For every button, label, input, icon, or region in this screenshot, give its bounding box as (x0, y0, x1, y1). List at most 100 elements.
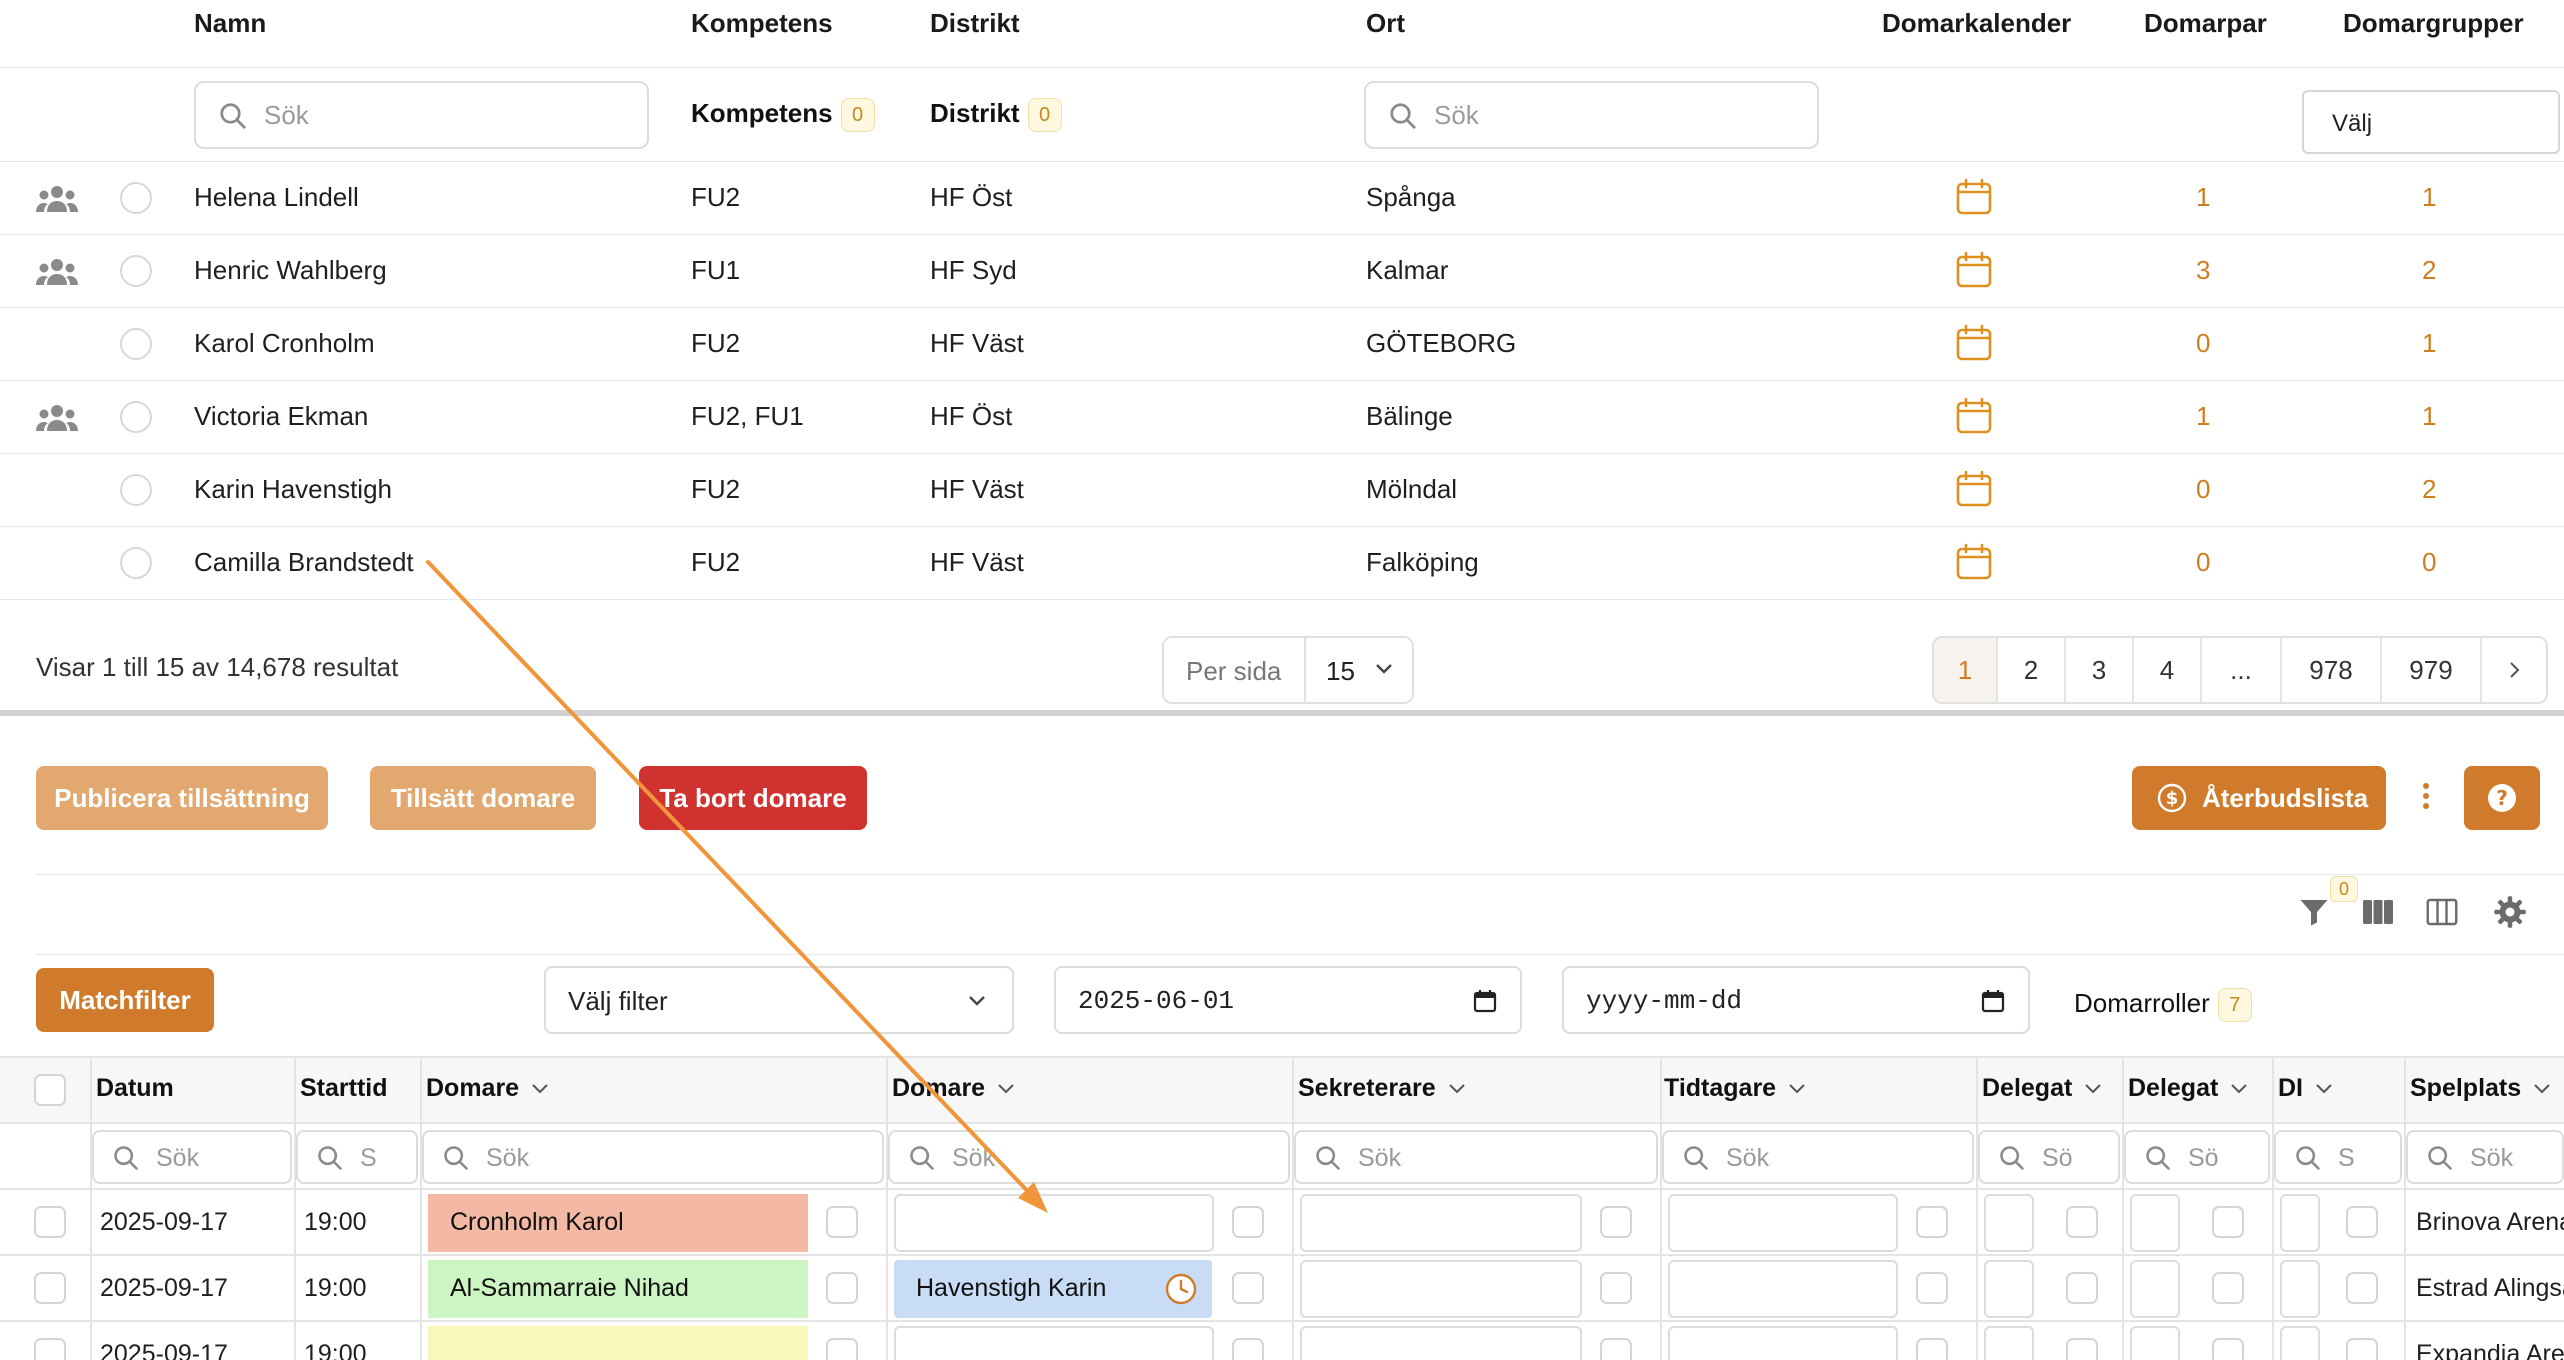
timekeeper-confirm-checkbox[interactable] (1916, 1272, 1948, 1304)
col-header-di[interactable]: DI (2278, 1074, 2333, 1103)
referee-select-radio[interactable] (120, 255, 152, 287)
city-search-input[interactable] (1364, 81, 1819, 149)
date-from-input[interactable]: 2025-06-01 (1054, 966, 1522, 1034)
referee-select-radio[interactable] (120, 182, 152, 214)
delegate-1-confirm-checkbox[interactable] (2066, 1272, 2098, 1304)
per-page-select[interactable]: Per sida 15 (1162, 636, 1414, 704)
referee-name[interactable]: Karin Havenstigh (194, 474, 392, 505)
column-search-input[interactable]: S (296, 1130, 418, 1184)
referee-1-confirm-checkbox[interactable] (826, 1272, 858, 1304)
column-search-input[interactable]: Sö (2124, 1130, 2270, 1184)
secretary-slot[interactable] (1300, 1194, 1582, 1252)
col-header-secretary[interactable]: Sekreterare (1298, 1074, 1466, 1103)
di-confirm-checkbox[interactable] (2346, 1272, 2378, 1304)
col-header-start[interactable]: Starttid (300, 1074, 388, 1103)
delegate-1-slot[interactable] (1984, 1326, 2034, 1360)
next-page-button[interactable] (2482, 638, 2546, 702)
help-button[interactable]: ? (2464, 766, 2540, 830)
col-header-date[interactable]: Datum (96, 1074, 174, 1103)
referee-select-radio[interactable] (120, 474, 152, 506)
calendar-icon[interactable] (1955, 397, 1993, 435)
column-search-input[interactable]: Sök (888, 1130, 1290, 1184)
referee-2-slot[interactable] (894, 1326, 1214, 1360)
referee-groups-count[interactable]: 1 (2422, 182, 2436, 213)
referee-groups-count[interactable]: 1 (2422, 401, 2436, 432)
groups-select[interactable]: Välj (2302, 90, 2560, 154)
referee-name[interactable]: Camilla Brandstedt (194, 547, 414, 578)
filter-icon[interactable] (2296, 894, 2332, 930)
delegate-2-confirm-checkbox[interactable] (2212, 1272, 2244, 1304)
referee-1-slot[interactable]: Cronholm Karol (428, 1194, 808, 1252)
row-checkbox[interactable] (34, 1206, 66, 1238)
more-vertical-icon[interactable] (2422, 782, 2430, 810)
column-search-input[interactable]: Sök (1294, 1130, 1658, 1184)
referee-2-slot[interactable] (894, 1194, 1214, 1252)
referee-row[interactable]: Karol Cronholm FU2 HF Väst GÖTEBORG 0 1 (0, 308, 2564, 381)
columns-icon[interactable] (2360, 894, 2396, 930)
referee-name[interactable]: Victoria Ekman (194, 401, 368, 432)
delegate-2-slot[interactable] (2130, 1260, 2180, 1318)
referee-name[interactable]: Helena Lindell (194, 182, 359, 213)
timekeeper-confirm-checkbox[interactable] (1916, 1206, 1948, 1238)
timekeeper-slot[interactable] (1668, 1326, 1898, 1360)
calendar-icon[interactable] (1955, 470, 1993, 508)
referee-groups-count[interactable]: 1 (2422, 328, 2436, 359)
page-button[interactable]: 978 (2282, 638, 2382, 702)
page-button[interactable]: ... (2202, 638, 2282, 702)
col-header-name[interactable]: Namn (194, 8, 266, 39)
remove-referee-button[interactable]: Ta bort domare (639, 766, 867, 830)
delegate-1-confirm-checkbox[interactable] (2066, 1206, 2098, 1238)
col-header-timekeeper[interactable]: Tidtagare (1664, 1074, 1806, 1103)
column-search-input[interactable]: Sök (422, 1130, 884, 1184)
column-search-input[interactable]: Sök (92, 1130, 292, 1184)
column-search-input[interactable]: S (2274, 1130, 2402, 1184)
page-button[interactable]: 3 (2066, 638, 2134, 702)
timekeeper-slot[interactable] (1668, 1260, 1898, 1318)
di-confirm-checkbox[interactable] (2346, 1206, 2378, 1238)
referee-1-slot[interactable]: Al-Sammarraie Nihad (428, 1260, 808, 1318)
name-search-input[interactable] (194, 81, 649, 149)
delegate-1-slot[interactable] (1984, 1194, 2034, 1252)
referee-row[interactable]: Helena Lindell FU2 HF Öst Spånga 1 1 (0, 162, 2564, 235)
calendar-icon[interactable] (1980, 988, 2006, 1014)
col-header-venue[interactable]: Spelplats (2410, 1074, 2551, 1103)
referee-2-confirm-checkbox[interactable] (1232, 1272, 1264, 1304)
referee-row[interactable]: Karin Havenstigh FU2 HF Väst Mölndal 0 2 (0, 454, 2564, 527)
delegate-2-confirm-checkbox[interactable] (2212, 1206, 2244, 1238)
referee-pairs-count[interactable]: 0 (2196, 328, 2210, 359)
di-slot[interactable] (2280, 1260, 2320, 1318)
col-header-delegate-1[interactable]: Delegat (1982, 1074, 2102, 1103)
timekeeper-confirm-checkbox[interactable] (1916, 1338, 1948, 1360)
delegate-2-confirm-checkbox[interactable] (2212, 1338, 2244, 1360)
referee-select-radio[interactable] (120, 328, 152, 360)
secretary-confirm-checkbox[interactable] (1600, 1338, 1632, 1360)
col-header-district[interactable]: Distrikt (930, 8, 1020, 39)
delegate-1-confirm-checkbox[interactable] (2066, 1338, 2098, 1360)
referee-row[interactable]: Victoria Ekman FU2, FU1 HF Öst Bälinge 1 1 (0, 381, 2564, 454)
row-checkbox[interactable] (34, 1272, 66, 1304)
delegate-2-slot[interactable] (2130, 1326, 2180, 1360)
timekeeper-slot[interactable] (1668, 1194, 1898, 1252)
referee-pairs-count[interactable]: 3 (2196, 255, 2210, 286)
referee-pairs-count[interactable]: 0 (2196, 547, 2210, 578)
page-button[interactable]: 2 (1998, 638, 2066, 702)
referee-roles-filter[interactable]: Domarroller 7 (2074, 988, 2252, 1023)
gear-icon[interactable] (2492, 894, 2528, 930)
secretary-slot[interactable] (1300, 1326, 1582, 1360)
row-checkbox[interactable] (34, 1338, 66, 1360)
referee-row[interactable]: Henric Wahlberg FU1 HF Syd Kalmar 3 2 (0, 235, 2564, 308)
referee-1-confirm-checkbox[interactable] (826, 1206, 858, 1238)
di-slot[interactable] (2280, 1326, 2320, 1360)
referee-groups-count[interactable]: 2 (2422, 255, 2436, 286)
col-header-delegate-2[interactable]: Delegat (2128, 1074, 2248, 1103)
col-header-referee-1[interactable]: Domare (426, 1074, 549, 1103)
filter-select[interactable]: Välj filter (544, 966, 1014, 1034)
select-all-checkbox[interactable] (34, 1074, 66, 1106)
referee-1-slot[interactable] (428, 1326, 808, 1360)
referee-name[interactable]: Karol Cronholm (194, 328, 375, 359)
cancellation-list-button[interactable]: $ Återbudslista (2132, 766, 2386, 830)
calendar-icon[interactable] (1472, 988, 1498, 1014)
col-header-competence[interactable]: Kompetens (691, 8, 833, 39)
competence-filter[interactable]: Kompetens 0 (691, 98, 875, 133)
page-button[interactable]: 979 (2382, 638, 2482, 702)
